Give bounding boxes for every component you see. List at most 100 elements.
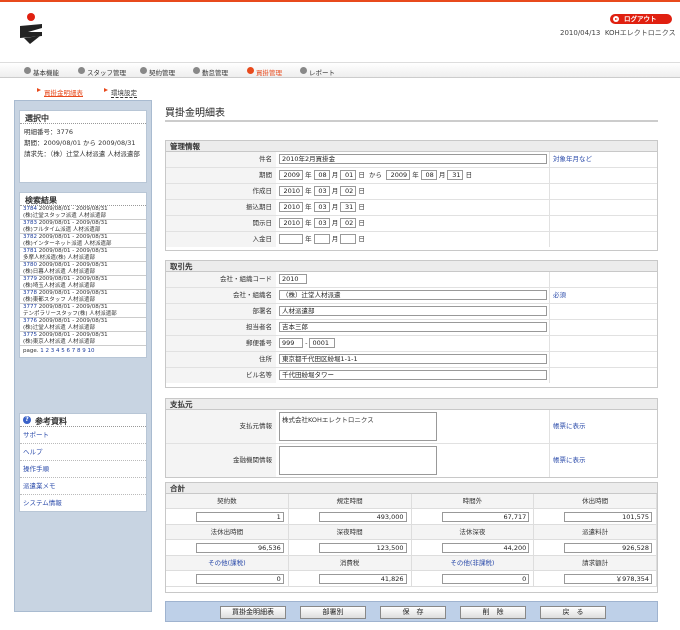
result-item[interactable]: 3776 2009/08/01 - 2009/08/31 (株)辻堂人材派遣 人材… [20, 318, 146, 332]
org-input[interactable]: （株）辻堂人材派遣 [279, 290, 547, 300]
total-value: 44,200 [441, 543, 530, 553]
result-item[interactable]: 3781 2009/08/01 - 2009/08/31 多摩人材派遣(株) 人材… [20, 248, 146, 262]
total-cell: 0 [166, 571, 289, 587]
period-to-year[interactable]: 2009 [386, 170, 411, 180]
total-value: 41,826 [318, 574, 407, 584]
subject-hint-link[interactable]: 対象年月など [549, 152, 657, 167]
address-input[interactable]: 東京都千代田区紛堀1-1-1 [279, 354, 547, 364]
due-month[interactable]: 03 [313, 202, 330, 212]
open-day[interactable]: 02 [340, 218, 357, 228]
refs-title: 参考資料 [35, 417, 67, 426]
result-id[interactable]: 3780 [23, 262, 37, 268]
back-button[interactable]: 戻 る [540, 606, 606, 619]
dept-input[interactable]: 人材派遣部 [279, 306, 547, 316]
pay-day[interactable] [340, 234, 357, 244]
result-id[interactable]: 3782 [23, 234, 37, 240]
period-from-month[interactable]: 08 [313, 170, 330, 180]
building-input[interactable]: 千代田紛堀タワー [279, 370, 547, 380]
open-year[interactable]: 2010 [279, 218, 303, 228]
nav-basic[interactable]: 基本機能 [24, 67, 59, 77]
result-id[interactable]: 3784 [23, 206, 37, 212]
ref-sysinfo[interactable]: システム情報 [20, 495, 146, 512]
nav-contract[interactable]: 契約管理 [140, 67, 175, 77]
payer-title: 支払元 [166, 399, 657, 410]
result-id[interactable]: 3779 [23, 276, 37, 282]
period-from-year[interactable]: 2009 [279, 170, 303, 180]
created-year[interactable]: 2010 [279, 186, 303, 196]
due-day[interactable]: 31 [340, 202, 357, 212]
period-to-month[interactable]: 08 [420, 170, 437, 180]
nav-report[interactable]: レポート [300, 67, 335, 77]
bullet-icon [247, 67, 254, 74]
result-item[interactable]: 3782 2009/08/01 - 2009/08/31 (株)インターネット派遣… [20, 234, 146, 248]
result-name: 多摩人材派遣(株) 人材派遣部 [23, 255, 96, 261]
total-label: 請求額計 [534, 556, 657, 571]
payer-info-textarea[interactable]: 株式会社KOHエレクトロニクス [279, 412, 437, 441]
row-org: 会社・組織名 （株）辻堂人材派遣 必須 [166, 288, 657, 304]
total-cell: 101,575 [534, 509, 657, 525]
subnav-settings[interactable]: 環境設定 [104, 87, 137, 98]
row-code: 会社・組織コード 2010 [166, 272, 657, 288]
save-button[interactable]: 保 存 [380, 606, 446, 619]
result-item[interactable]: 3779 2009/08/01 - 2009/08/31 (株)埼玉人材派遣 人材… [20, 276, 146, 290]
open-month[interactable]: 03 [313, 218, 330, 228]
total-label[interactable]: その他(非課税) [411, 556, 535, 571]
period-to-day[interactable]: 31 [447, 170, 464, 180]
action-bar: 買掛金明細表 部署別 保 存 削 除 戻 る [165, 601, 658, 622]
result-name: (株)インターネット派遣 人材派遣部 [23, 241, 112, 247]
ref-manual[interactable]: 操作手順 [20, 461, 146, 478]
code-input[interactable]: 2010 [279, 274, 307, 284]
created-month[interactable]: 03 [313, 186, 330, 196]
ref-help[interactable]: ヘルプ [20, 444, 146, 461]
title-underline [165, 120, 658, 122]
result-name: (株)埼玉人材派遣 人材派遣部 [23, 283, 96, 289]
person-input[interactable]: 吉本三郎 [279, 322, 547, 332]
ref-support[interactable]: サポート [20, 427, 146, 444]
result-id[interactable]: 3783 [23, 220, 37, 226]
by-dept-button[interactable]: 部署別 [300, 606, 366, 619]
period-from-day[interactable]: 01 [340, 170, 357, 180]
subject-input[interactable]: 2010年2月買掛金 [279, 154, 547, 164]
top-accent-line [0, 0, 680, 2]
total-label[interactable]: その他(課税) [166, 556, 289, 571]
totals-grid: 契約数 規定時間 時間外 休出時間 1 493,000 67,717 101,575 法休出時間… [166, 494, 657, 587]
result-item[interactable]: 3778 2009/08/01 - 2009/08/31 (株)東都スタッフ 人材… [20, 290, 146, 304]
result-id[interactable]: 3775 [23, 332, 37, 338]
nav-attendance[interactable]: 勤怠管理 [193, 67, 228, 77]
subnav-payable-detail[interactable]: 買掛金明細表 [37, 87, 83, 97]
page-links[interactable]: 1 2 3 4 5 6 7 8 9 10 [40, 348, 94, 354]
result-date: 2009/08/01 - 2009/08/31 [37, 220, 108, 226]
delete-button[interactable]: 削 除 [460, 606, 526, 619]
main-nav: 基本機能 スタッフ管理 契約管理 勤怠管理 買掛管理 レポート [0, 62, 680, 78]
total-cell: 1 [166, 509, 289, 525]
total-label: 派遣料計 [534, 525, 657, 540]
pay-year[interactable] [279, 234, 303, 244]
ref-memo[interactable]: 派遣業メモ [20, 478, 146, 495]
result-id[interactable]: 3776 [23, 318, 37, 324]
result-id[interactable]: 3777 [23, 304, 37, 310]
result-name: (株)フルタイム派遣 人材派遣部 [23, 227, 101, 233]
pay-month[interactable] [313, 234, 330, 244]
nav-payable[interactable]: 買掛管理 [247, 67, 282, 77]
result-id[interactable]: 3778 [23, 290, 37, 296]
zip2-input[interactable]: 0001 [309, 338, 336, 348]
total-value: 926,528 [564, 543, 652, 553]
bank-info-show-link[interactable]: 帳票に表示 [549, 444, 657, 477]
required-label: 必須 [549, 288, 657, 303]
selected-panel: 選択中 明細番号：3776 期間：2009/08/01 から 2009/08/3… [19, 110, 147, 183]
result-item[interactable]: 3777 2009/08/01 - 2009/08/31 テンポラリースタッフ(株… [20, 304, 146, 318]
payer-info-show-link[interactable]: 帳票に表示 [549, 410, 657, 443]
result-item[interactable]: 3783 2009/08/01 - 2009/08/31 (株)フルタイム派遣 人… [20, 220, 146, 234]
row-dept: 部署名 人材派遣部 [166, 304, 657, 320]
payable-report-button[interactable]: 買掛金明細表 [220, 606, 286, 619]
logout-button[interactable]: ログアウト [610, 14, 672, 24]
due-year[interactable]: 2010 [279, 202, 303, 212]
result-item[interactable]: 3784 2009/08/01 - 2009/08/31 (株)辻堂スタッフ派遣 … [20, 206, 146, 220]
bank-info-textarea[interactable] [279, 446, 437, 475]
nav-staff[interactable]: スタッフ管理 [78, 67, 126, 77]
result-item[interactable]: 3775 2009/08/01 - 2009/08/31 (株)東京人材派遣 人材… [20, 332, 146, 346]
result-id[interactable]: 3781 [23, 248, 37, 254]
created-day[interactable]: 02 [340, 186, 357, 196]
result-item[interactable]: 3780 2009/08/01 - 2009/08/31 (株)日暮人材派遣 人材… [20, 262, 146, 276]
zip1-input[interactable]: 999 [279, 338, 303, 348]
